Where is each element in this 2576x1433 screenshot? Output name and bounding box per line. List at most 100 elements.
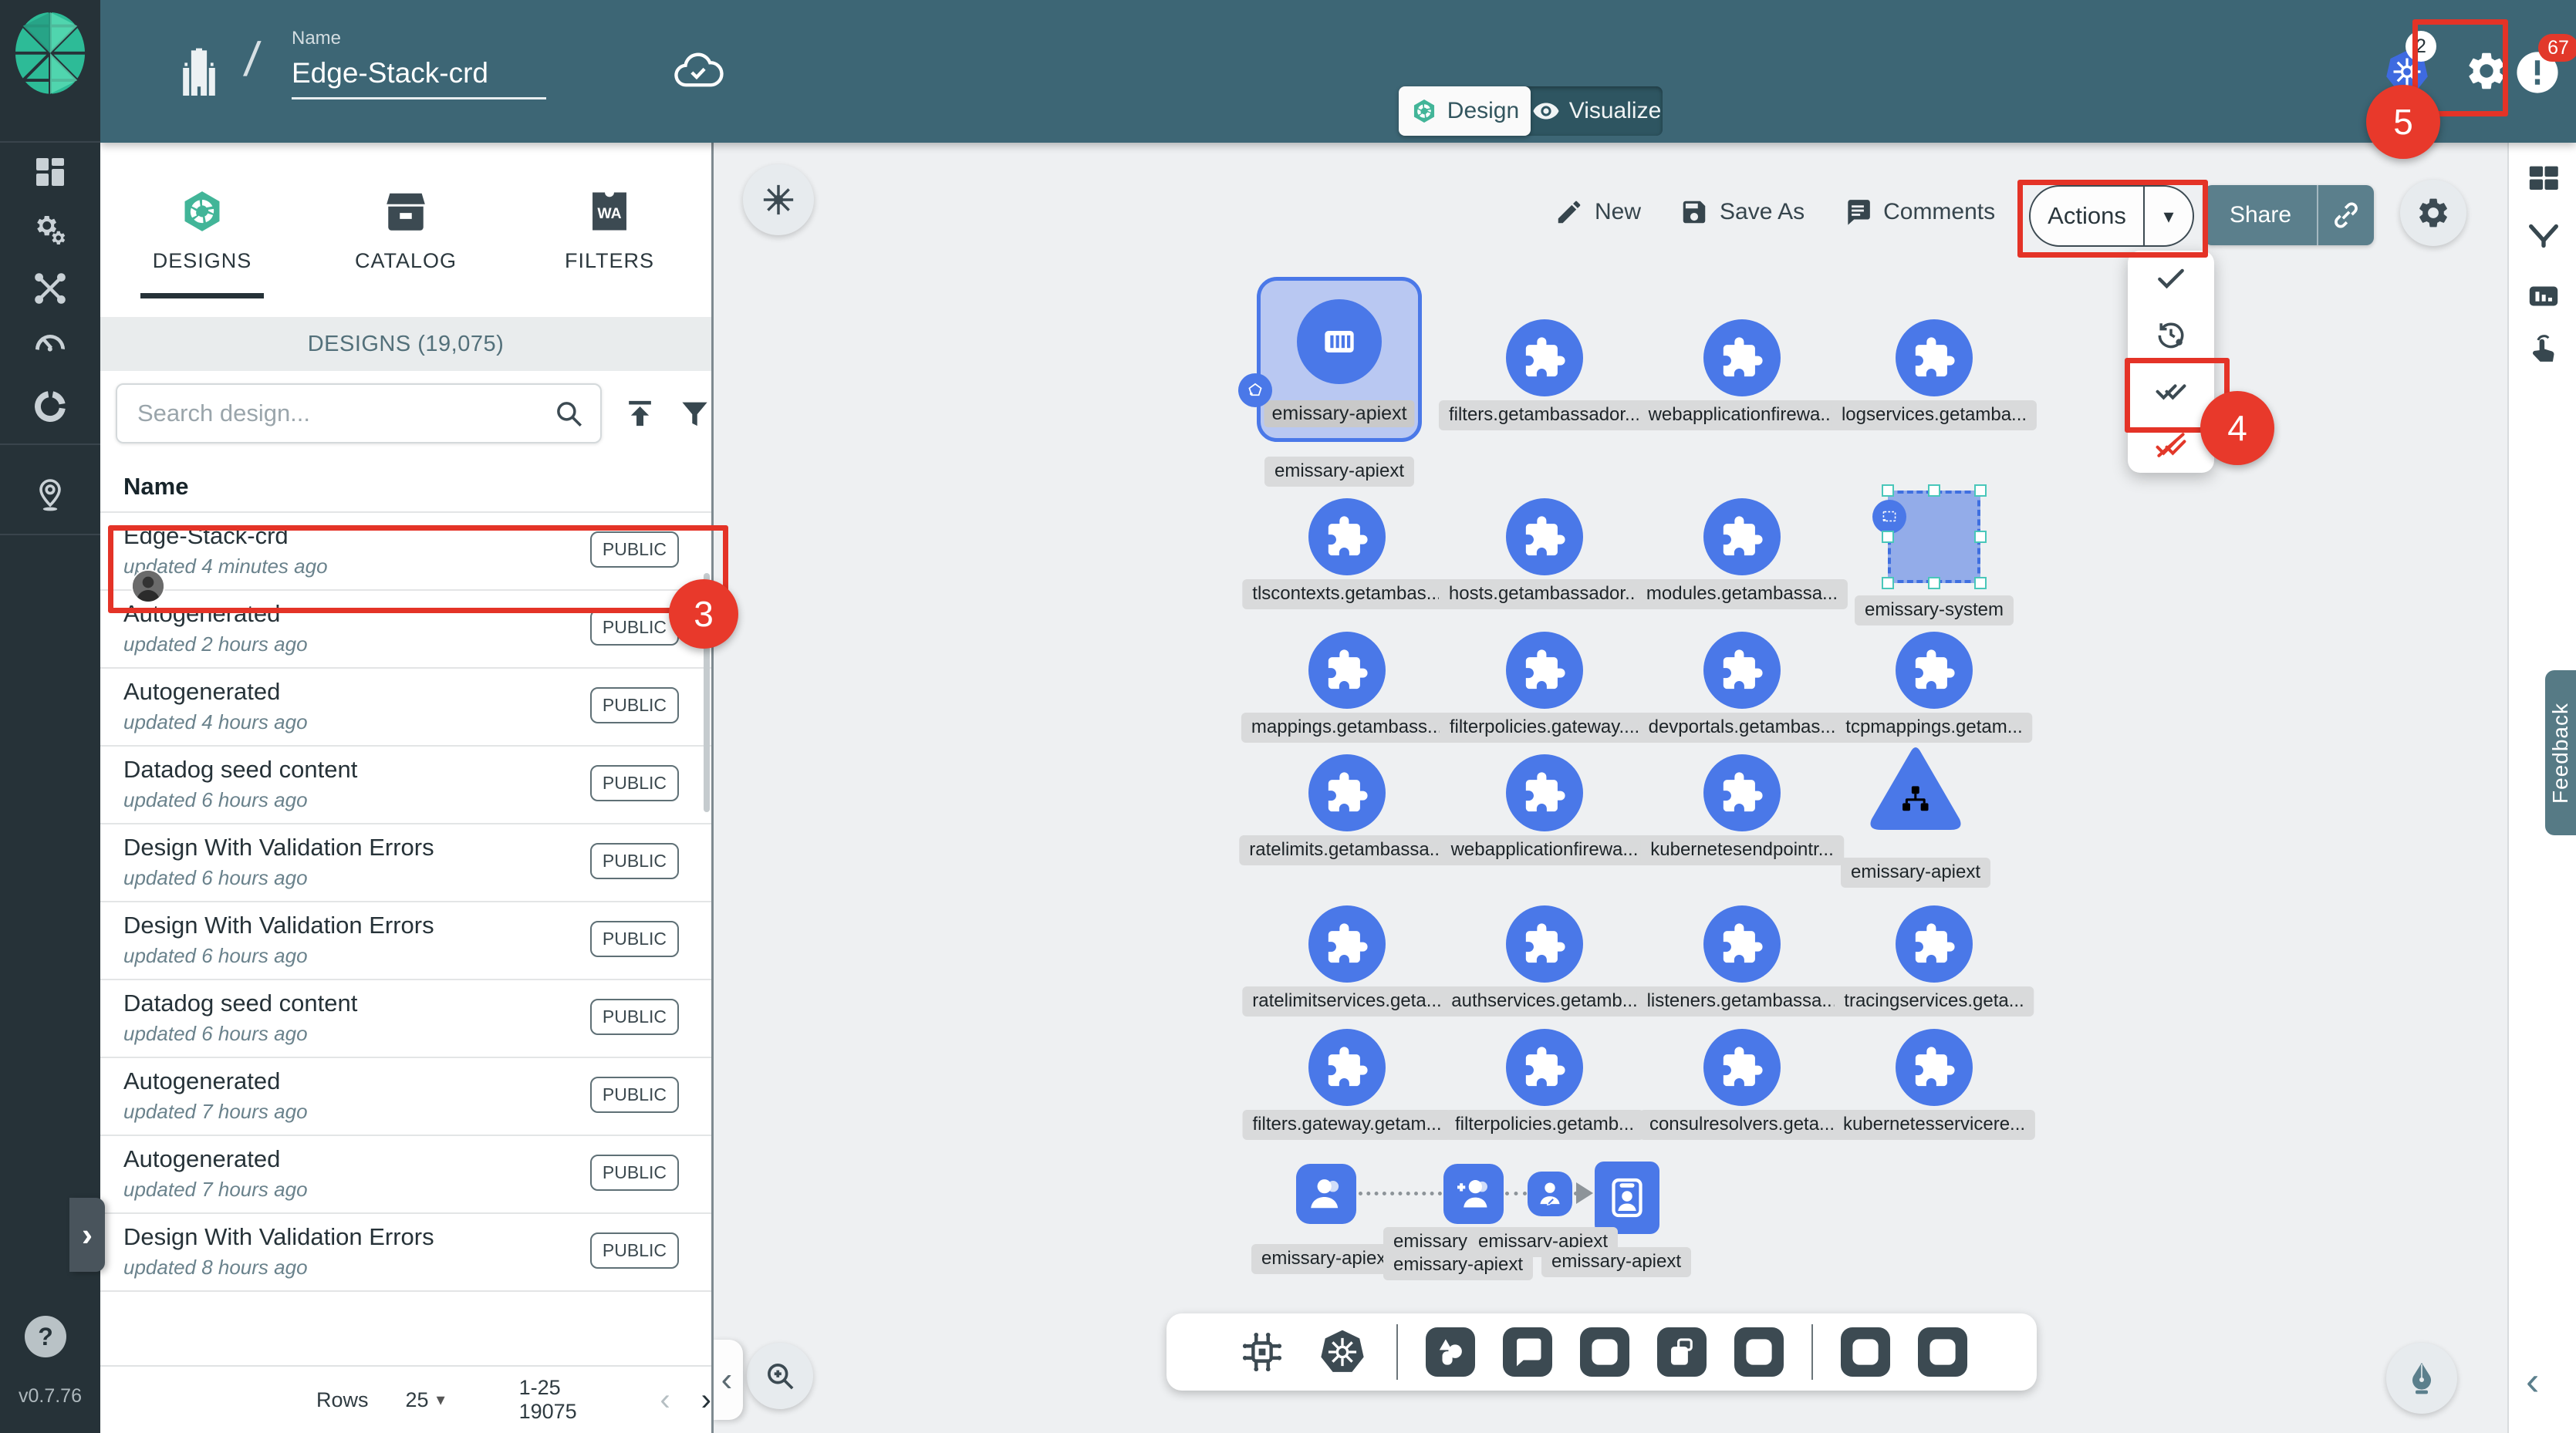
selection-handle[interactable] [1974, 531, 1987, 543]
component-node[interactable] [1506, 319, 1583, 396]
import-design-icon[interactable] [623, 396, 657, 430]
visibility-badge[interactable]: PUBLIC [590, 1077, 679, 1113]
design-list-row[interactable]: Autogeneratedupdated 7 hours agoPUBLIC [100, 1058, 711, 1136]
pagination-next-button[interactable]: › [701, 1384, 711, 1415]
feedback-tab[interactable]: Feedback [2545, 670, 2576, 835]
rail-chart-icon[interactable] [2526, 278, 2561, 314]
visibility-badge[interactable]: PUBLIC [590, 765, 679, 801]
component-node[interactable] [1896, 319, 1973, 396]
design-list-row[interactable]: Autogeneratedupdated 4 hours agoPUBLIC [100, 669, 711, 747]
design-list-row[interactable]: Autogeneratedupdated 7 hours agoPUBLIC [100, 1136, 711, 1214]
sidebar-item-lifecycle-icon[interactable] [27, 207, 73, 253]
right-rail-collapse-icon[interactable]: ‹ [2526, 1361, 2539, 1401]
component-node[interactable] [1703, 1029, 1781, 1106]
component-node[interactable] [1703, 905, 1781, 983]
visibility-badge[interactable]: PUBLIC [590, 687, 679, 723]
selection-handle[interactable] [1882, 484, 1894, 497]
selection-handle[interactable] [1928, 577, 1940, 589]
job-triangle-node[interactable] [1867, 745, 1964, 833]
tab-filters[interactable]: WA FILTERS [508, 143, 711, 317]
tool-sketch-icon[interactable] [1918, 1327, 1967, 1377]
workload-port-icon[interactable] [1238, 373, 1272, 407]
person-add-node[interactable] [1443, 1164, 1504, 1224]
component-node[interactable] [1506, 754, 1583, 831]
sidebar-item-extensions-icon[interactable] [27, 383, 73, 430]
visibility-badge[interactable]: PUBLIC [590, 609, 679, 646]
selection-handle[interactable] [1882, 531, 1894, 543]
selection-handle[interactable] [1974, 577, 1987, 589]
menu-item-validate-check[interactable] [2128, 251, 2214, 306]
tool-note-icon[interactable] [1657, 1327, 1707, 1377]
tool-shapes-icon[interactable] [1426, 1327, 1475, 1377]
menu-item-dry-run[interactable] [2128, 306, 2214, 362]
selection-handle[interactable] [1974, 484, 1987, 497]
component-node[interactable] [1703, 498, 1781, 575]
tool-text-icon[interactable] [1580, 1327, 1629, 1377]
component-node[interactable] [1896, 632, 1973, 709]
idcard-node[interactable] [1595, 1162, 1659, 1234]
tab-catalog[interactable]: CATALOG [304, 143, 508, 317]
component-node[interactable] [1896, 1029, 1973, 1106]
sidebar-item-dashboard-icon[interactable] [27, 149, 73, 195]
save-as-button[interactable]: Save As [1680, 197, 1805, 227]
tool-pen-tool-icon[interactable] [1841, 1327, 1890, 1377]
copy-link-icon[interactable] [2331, 200, 2362, 231]
visibility-badge[interactable]: PUBLIC [590, 1155, 679, 1191]
sidebar-expand-handle[interactable]: › [69, 1198, 105, 1272]
organization-icon[interactable] [174, 46, 224, 99]
filter-funnel-icon[interactable] [678, 396, 711, 430]
help-button[interactable]: ? [25, 1316, 66, 1357]
sidebar-item-pin-icon[interactable] [27, 472, 73, 518]
design-list-row[interactable]: Design With Validation Errorsupdated 8 h… [100, 1214, 711, 1292]
visibility-badge[interactable]: PUBLIC [590, 999, 679, 1035]
rail-touch-icon[interactable] [2526, 334, 2561, 369]
component-node[interactable] [1308, 1029, 1386, 1106]
design-list-row[interactable]: Design With Validation Errorsupdated 6 h… [100, 824, 711, 902]
tool-kubernetes-icon[interactable] [1316, 1326, 1369, 1378]
rail-panels-icon[interactable] [2526, 160, 2561, 196]
meshery-logo-icon[interactable] [14, 11, 86, 96]
selection-handle[interactable] [1928, 484, 1940, 497]
search-design-input[interactable] [136, 399, 552, 428]
sidebar-item-performance-icon[interactable] [27, 321, 73, 367]
comments-button[interactable]: Comments [1843, 197, 1995, 227]
tool-comment-icon[interactable] [1503, 1327, 1552, 1377]
selection-handle[interactable] [1882, 577, 1894, 589]
design-list-row[interactable]: Design With Validation Errorsupdated 6 h… [100, 902, 711, 980]
visibility-badge[interactable]: PUBLIC [590, 1232, 679, 1269]
namespace-port-icon[interactable] [1872, 500, 1906, 534]
design-name-input[interactable] [292, 54, 546, 99]
component-node[interactable] [1896, 905, 1973, 983]
rows-per-page-select[interactable]: 25 ▾ [406, 1388, 445, 1412]
component-node[interactable] [1308, 754, 1386, 831]
tab-design[interactable]: Design [1399, 86, 1531, 136]
person-edit-node[interactable] [1528, 1172, 1572, 1216]
tab-designs[interactable]: DESIGNS [100, 143, 304, 317]
visibility-badge[interactable]: PUBLIC [590, 843, 679, 879]
component-node[interactable] [1506, 632, 1583, 709]
panel-collapse-handle[interactable]: ‹ [711, 1340, 743, 1420]
pagination-prev-button[interactable]: ‹ [660, 1384, 670, 1415]
component-node[interactable] [1308, 632, 1386, 709]
person-node[interactable] [1296, 1164, 1356, 1224]
tool-relationship-icon[interactable] [1734, 1327, 1784, 1377]
new-design-button[interactable]: New [1555, 197, 1641, 227]
component-node[interactable] [1506, 1029, 1583, 1106]
design-list-row[interactable]: Datadog seed contentupdated 6 hours agoP… [100, 980, 711, 1058]
visibility-badge[interactable]: PUBLIC [590, 921, 679, 957]
component-node[interactable] [1308, 498, 1386, 575]
tool-components-icon[interactable] [1236, 1326, 1288, 1378]
sidebar-item-configuration-icon[interactable] [27, 265, 73, 312]
component-node[interactable] [1506, 498, 1583, 575]
component-node[interactable] [1703, 632, 1781, 709]
design-list-row[interactable]: Datadog seed contentupdated 6 hours agoP… [100, 747, 711, 824]
design-canvas[interactable]: New Save As Comments Actions ▾ Share [714, 143, 2507, 1433]
component-node[interactable] [1308, 905, 1386, 983]
share-split-button[interactable]: Share [2204, 185, 2374, 245]
tab-visualize[interactable]: Visualize [1531, 86, 1663, 136]
component-node[interactable] [1703, 319, 1781, 396]
component-node[interactable] [1506, 905, 1583, 983]
selected-workload-node[interactable]: emissary-apiext [1257, 277, 1422, 442]
rail-merge-icon[interactable] [2526, 218, 2561, 254]
component-node[interactable] [1703, 754, 1781, 831]
